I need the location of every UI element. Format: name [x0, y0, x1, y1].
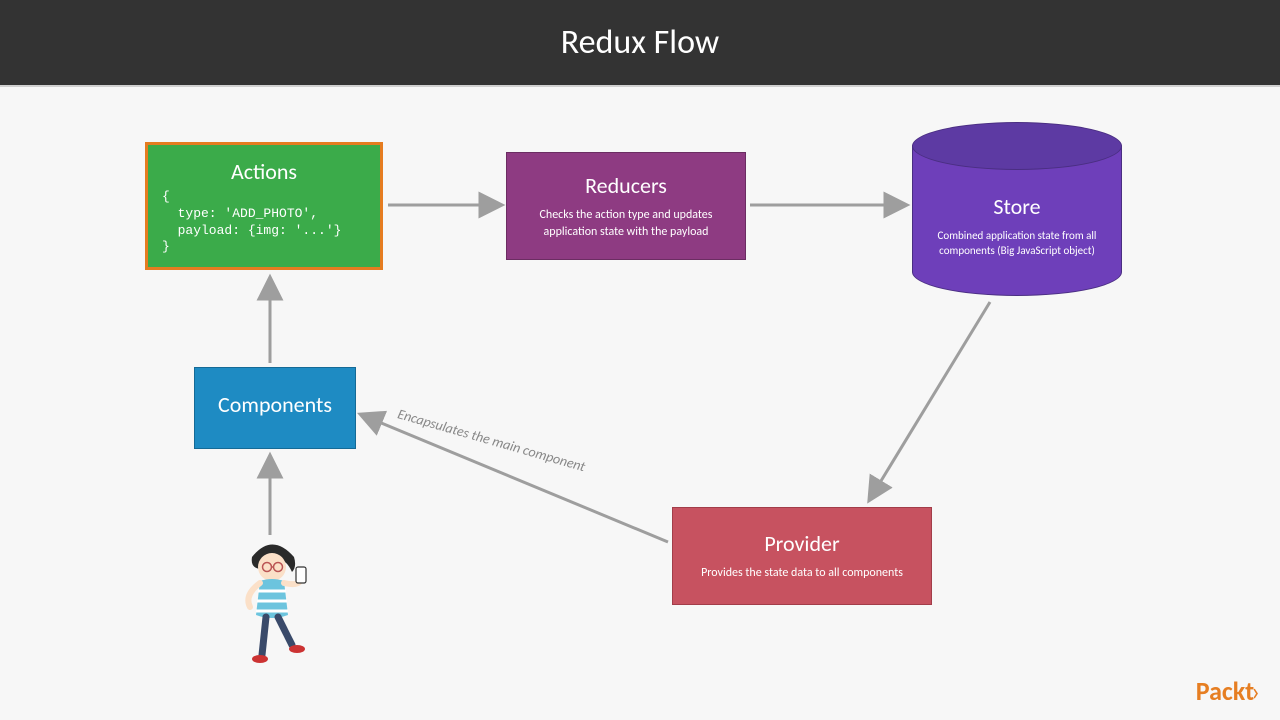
user-avatar-icon — [222, 537, 322, 667]
node-reducers-title: Reducers — [521, 172, 731, 199]
node-actions-title: Actions — [162, 158, 366, 185]
node-store-sub: Combined application state from all comp… — [925, 228, 1109, 259]
node-provider: Provider Provides the state data to all … — [672, 507, 932, 605]
store-cylinder-top — [912, 122, 1122, 170]
node-provider-sub: Provides the state data to all component… — [687, 565, 917, 582]
packt-logo: Packt› — [1196, 675, 1260, 707]
page-title: Redux Flow — [561, 22, 719, 63]
node-reducers: Reducers Checks the action type and upda… — [506, 152, 746, 260]
node-provider-title: Provider — [687, 530, 917, 557]
header-bar: Redux Flow — [0, 0, 1280, 87]
node-actions: Actions { type: 'ADD_PHOTO', payload: {i… — [145, 142, 383, 270]
node-components-title: Components — [209, 391, 341, 418]
diagram-canvas: Actions { type: 'ADD_PHOTO', payload: {i… — [0, 87, 1280, 717]
logo-text: Packt — [1196, 675, 1254, 707]
node-reducers-sub: Checks the action type and updates appli… — [521, 207, 731, 241]
node-actions-code: { type: 'ADD_PHOTO', payload: {img: '...… — [162, 189, 366, 257]
node-components: Components — [194, 367, 356, 449]
edge-label-provider-components: Encapsulates the main component — [396, 405, 588, 475]
node-store-title: Store — [925, 193, 1109, 220]
logo-suffix: › — [1251, 675, 1260, 707]
node-store: Store Combined application state from al… — [912, 122, 1122, 297]
